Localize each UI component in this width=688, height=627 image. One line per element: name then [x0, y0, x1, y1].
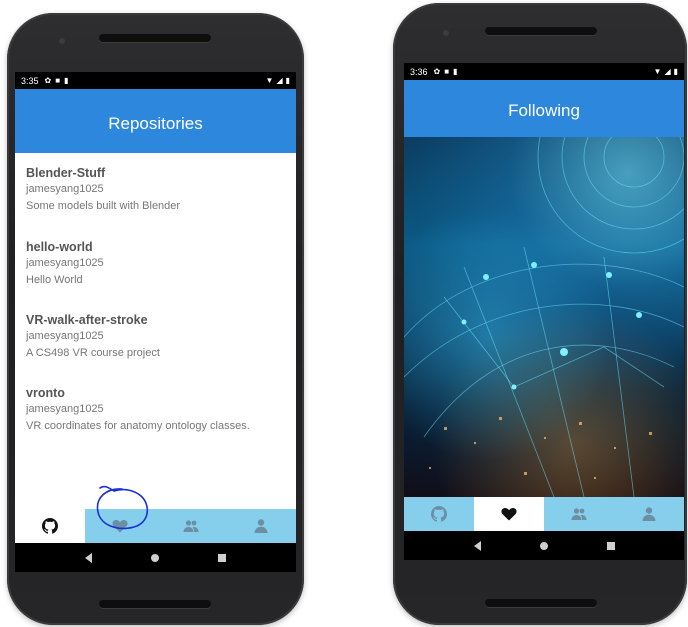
repo-name: VR-walk-after-stroke	[26, 313, 148, 327]
home-icon[interactable]	[150, 553, 159, 562]
settings-status-icon: ✿	[44, 76, 52, 85]
network-lines-graphic	[404, 137, 684, 497]
signal-icon: ◢	[276, 76, 283, 85]
page-title: Following	[508, 100, 580, 120]
left-screen: 3:35 ✿ ■ ▮ ▼ ◢ ▮ Repositories Blender-St…	[15, 72, 296, 572]
repo-owner: jamesyang1025	[26, 403, 104, 415]
repo-description: Some models built with Blender	[26, 200, 181, 212]
status-time: 3:36	[410, 66, 428, 77]
repo-owner: jamesyang1025	[26, 183, 104, 195]
home-icon[interactable]	[539, 541, 548, 550]
tab-profile[interactable]	[226, 509, 296, 543]
heart-icon	[501, 508, 517, 521]
signal-icon: ◢	[664, 67, 671, 76]
front-camera	[443, 30, 449, 36]
right-phone: 3:36 ✿ ■ ▮ ▼ ◢ ▮ Following	[393, 3, 687, 625]
settings-status-icon: ✿	[433, 67, 441, 76]
list-item[interactable]: VR-walk-after-stroke jamesyang1025 A CS4…	[26, 312, 292, 362]
back-icon[interactable]	[84, 552, 92, 563]
list-item[interactable]: vronto jamesyang1025 VR coordinates for …	[26, 385, 292, 435]
network-city-background-image	[404, 137, 684, 497]
github-icon	[431, 506, 447, 522]
sdcard-status-icon: ▮	[64, 76, 69, 85]
status-bar: 3:35 ✿ ■ ▮ ▼ ◢ ▮	[15, 72, 296, 89]
repository-list: Blender-Stuff jamesyang1025 Some models …	[15, 153, 296, 509]
notification-status-icon: ■	[55, 76, 61, 85]
top-speaker	[99, 34, 211, 42]
people-icon	[183, 520, 199, 532]
recents-icon[interactable]	[606, 541, 615, 550]
repo-name: Blender-Stuff	[26, 166, 106, 180]
tab-following[interactable]	[85, 509, 155, 543]
repo-owner: jamesyang1025	[26, 330, 104, 342]
bottom-speaker	[485, 599, 597, 607]
recents-icon[interactable]	[218, 553, 227, 562]
repo-name: hello-world	[26, 240, 93, 254]
list-item[interactable]: hello-world jamesyang1025 Hello World	[26, 239, 292, 289]
tab-repositories[interactable]	[15, 509, 86, 543]
right-screen: 3:36 ✿ ■ ▮ ▼ ◢ ▮ Following	[404, 63, 684, 560]
repo-description: VR coordinates for anatomy ontology clas…	[26, 420, 250, 432]
repo-owner: jamesyang1025	[26, 257, 104, 269]
sdcard-status-icon: ▮	[453, 67, 458, 76]
tab-following[interactable]	[474, 497, 544, 531]
page-title: Repositories	[108, 114, 203, 133]
system-navigation-bar	[15, 543, 296, 572]
tab-followers[interactable]	[156, 509, 226, 543]
person-icon	[254, 519, 268, 533]
heart-icon	[112, 520, 128, 533]
bottom-speaker	[99, 600, 211, 608]
top-speaker	[485, 27, 597, 35]
github-icon	[42, 518, 59, 534]
wifi-icon: ▼	[653, 67, 662, 76]
battery-icon: ▮	[673, 67, 678, 76]
notification-status-icon: ■	[444, 67, 450, 76]
repo-description: A CS498 VR course project	[26, 347, 160, 359]
tab-repositories[interactable]	[404, 497, 474, 531]
app-bar: Following	[404, 80, 684, 137]
bottom-navigation	[404, 497, 684, 531]
app-bar: Repositories	[15, 89, 296, 153]
wifi-icon: ▼	[265, 76, 274, 85]
repo-name: vronto	[26, 386, 65, 400]
people-icon	[571, 508, 587, 520]
status-bar: 3:36 ✿ ■ ▮ ▼ ◢ ▮	[404, 63, 684, 80]
system-navigation-bar	[404, 531, 684, 560]
front-camera	[59, 38, 65, 44]
bottom-navigation	[15, 509, 296, 543]
back-icon[interactable]	[473, 540, 481, 551]
repo-description: Hello World	[26, 274, 83, 286]
tab-profile[interactable]	[614, 497, 684, 531]
list-item[interactable]: Blender-Stuff jamesyang1025 Some models …	[26, 165, 292, 215]
status-time: 3:35	[21, 75, 39, 86]
battery-icon: ▮	[285, 76, 290, 85]
tab-followers[interactable]	[544, 497, 614, 531]
left-phone: 3:35 ✿ ■ ▮ ▼ ◢ ▮ Repositories Blender-St…	[7, 13, 304, 625]
person-icon	[642, 507, 656, 521]
